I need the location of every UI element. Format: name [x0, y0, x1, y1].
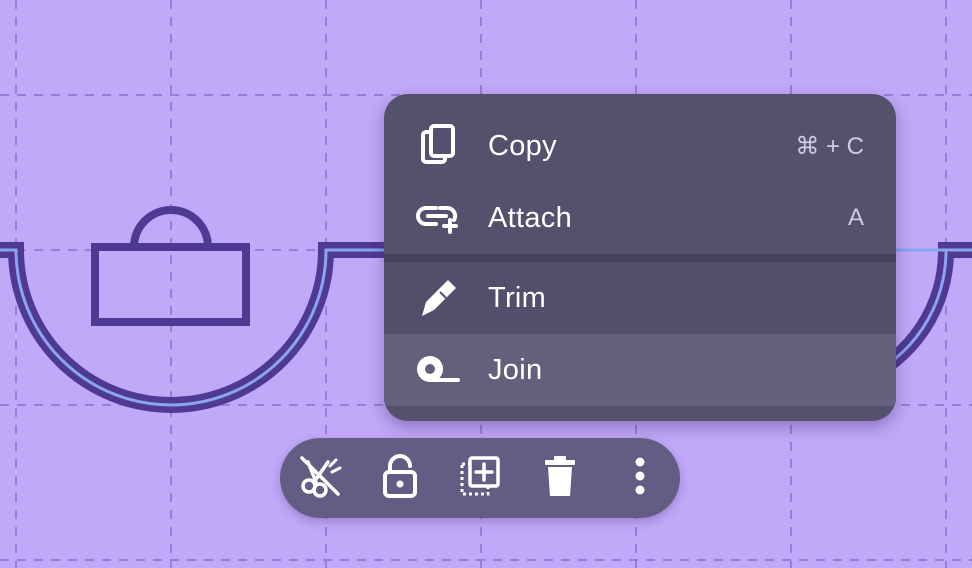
context-menu: Copy ⌘ + C Attach A Trim Join — [384, 94, 896, 421]
cut-icon — [298, 454, 342, 503]
attach-link-icon — [414, 194, 462, 242]
unlock-icon — [380, 453, 420, 503]
duplicate-icon — [458, 454, 502, 503]
delete-button[interactable] — [536, 454, 584, 502]
drawing-canvas[interactable]: Copy ⌘ + C Attach A Trim Join — [0, 0, 972, 568]
more-options-button[interactable] — [616, 454, 664, 502]
duplicate-button[interactable] — [456, 454, 504, 502]
menu-item-shortcut: A — [847, 204, 864, 231]
menu-item-label: Copy — [488, 129, 557, 162]
tape-icon — [414, 346, 462, 394]
unlock-button[interactable] — [376, 453, 424, 503]
delete-icon — [542, 454, 578, 503]
floating-toolbar — [280, 438, 680, 518]
menu-divider — [384, 254, 896, 262]
menu-item-copy[interactable]: Copy ⌘ + C — [384, 110, 896, 182]
menu-item-label: Attach — [488, 201, 573, 234]
menu-item-label: Trim — [488, 281, 547, 314]
more-vert-icon — [634, 456, 646, 501]
menu-item-trim[interactable]: Trim — [384, 262, 896, 334]
cut-button[interactable] — [296, 454, 344, 502]
pen-nib-icon — [414, 274, 462, 322]
menu-item-shortcut: ⌘ + C — [795, 132, 864, 160]
copy-icon — [414, 122, 462, 170]
menu-item-attach[interactable]: Attach A — [384, 182, 896, 254]
menu-item-join[interactable]: Join — [384, 334, 896, 406]
menu-item-label: Join — [488, 353, 543, 386]
